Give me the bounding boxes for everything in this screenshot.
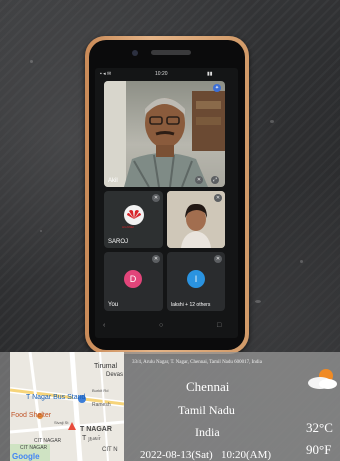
- map-label-food-shelter: Food Shelter: [11, 412, 52, 419]
- phone-screen: ▪ ◂ ✉ 10:20 ▮▮ ✦ ✕ ⤢ Akil HUAWEI ✕ SAROJ…: [95, 68, 238, 338]
- google-logo: Google: [12, 452, 40, 461]
- participant-name-you: You: [108, 302, 119, 308]
- map-label: Burkit Rd: [92, 388, 109, 393]
- expand-icon[interactable]: ⤢: [211, 176, 219, 184]
- main-participant-name: Akil: [108, 178, 118, 184]
- android-nav-bar: ‹ ○ □: [95, 320, 238, 334]
- map-label: CIT N: [102, 447, 118, 453]
- avatar-others: l: [187, 270, 205, 288]
- geotag-city: Chennai: [186, 379, 230, 394]
- participant-tile-saroj[interactable]: HUAWEI ✕ SAROJ: [104, 191, 163, 248]
- weather-partly-cloudy-icon: [308, 369, 337, 389]
- mic-off-icon[interactable]: ✕: [214, 255, 222, 263]
- phone-earpiece: [151, 50, 191, 55]
- avatar-you: D: [124, 270, 142, 288]
- status-time: 10:20: [155, 71, 168, 77]
- map-label: Ramesh: [92, 402, 111, 408]
- mic-off-icon[interactable]: ✕: [152, 194, 160, 202]
- mic-off-icon[interactable]: ✕: [152, 255, 160, 263]
- geotag-address: 33/4, Arulu Nagar, T. Nagar, Chennai, Ta…: [132, 360, 262, 365]
- main-video-tile[interactable]: ✦ ✕ ⤢ Akil: [104, 81, 225, 187]
- geotag-state: Tamil Nadu: [178, 403, 235, 417]
- geotag-datetime: 2022-08-13(Sat) 10:20(AM): [140, 449, 272, 461]
- map-label: Devas: [106, 372, 124, 378]
- participant-tile-you[interactable]: D ✕ You: [104, 252, 163, 311]
- map-label: CIT NAGAR: [20, 445, 48, 451]
- mic-off-icon[interactable]: ✕: [195, 176, 203, 184]
- participant-name-saroj: SAROJ: [108, 239, 129, 245]
- temperature-celsius: 32°C: [306, 420, 333, 435]
- map-label: Tirumal: [94, 363, 118, 370]
- status-icons-left: ▪ ◂ ✉: [100, 71, 112, 77]
- battery-icon: ▮▮: [207, 71, 213, 77]
- geotag-country: India: [195, 425, 220, 439]
- geotag-info: 33/4, Arulu Nagar, T. Nagar, Chennai, Ta…: [124, 352, 340, 461]
- participant-video: [104, 81, 225, 187]
- map-label: Sivaji St: [54, 420, 69, 425]
- temperature-fahrenheit: 90°F: [306, 442, 332, 457]
- front-camera: [132, 50, 138, 56]
- home-icon[interactable]: ○: [159, 322, 163, 329]
- recents-icon[interactable]: □: [217, 322, 221, 329]
- map-label-bus-stand: T Nagar Bus Stand: [26, 394, 86, 401]
- mic-off-icon[interactable]: ✕: [214, 194, 222, 202]
- huawei-logo: [124, 205, 144, 225]
- participant-name-others: lakshi + 12 others: [171, 302, 211, 308]
- map-label-tnagar-tamil: T நகர்: [82, 435, 101, 442]
- participant-tile-video[interactable]: ✕: [167, 191, 225, 248]
- map-label-tnagar: T NAGAR: [80, 426, 112, 433]
- status-bar: ▪ ◂ ✉ 10:20 ▮▮: [95, 68, 238, 79]
- pin-icon[interactable]: ✦: [213, 84, 221, 92]
- participant-tile-others[interactable]: l ✕ lakshi + 12 others: [167, 252, 225, 311]
- map-label: CIT NAGAR: [34, 438, 62, 444]
- huawei-logo-text: HUAWEI: [122, 225, 134, 229]
- map-thumbnail: Tirumal Devas T Nagar Bus Stand Burkit R…: [10, 352, 124, 461]
- back-icon[interactable]: ‹: [103, 322, 105, 329]
